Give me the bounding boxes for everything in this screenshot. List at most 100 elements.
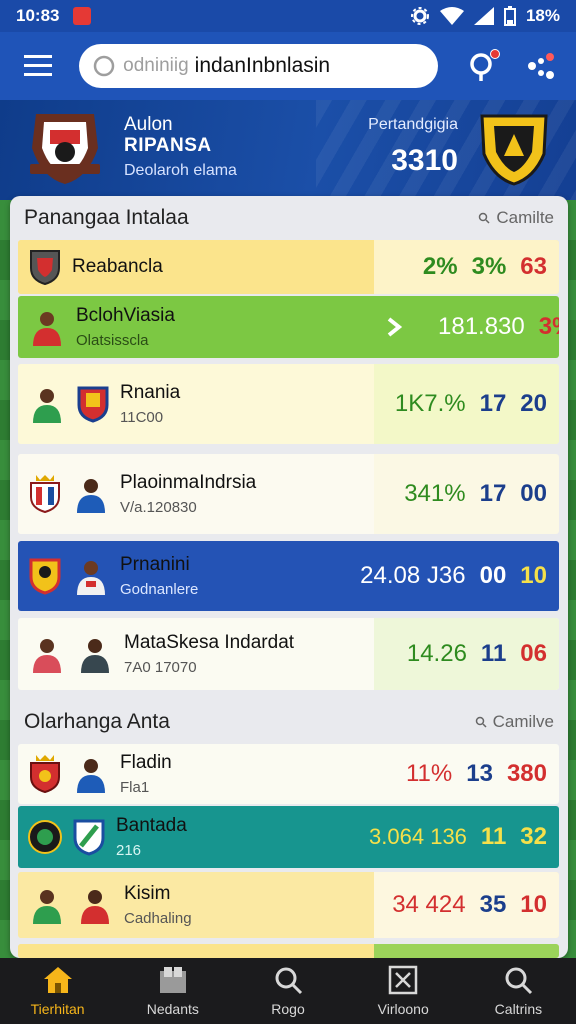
share-nodes-icon xyxy=(528,53,554,79)
stat-score: 20 xyxy=(520,390,547,417)
club-name: MataSkesa Indardat xyxy=(124,632,295,653)
player-avatar xyxy=(77,759,105,793)
club-crest-icon xyxy=(28,820,62,854)
stat-secondary: 3% xyxy=(471,253,507,280)
battery-icon xyxy=(503,6,516,26)
search-icon xyxy=(479,212,490,224)
list-item[interactable]: MataSkesa Indardat 7A0 17070 14.26 11 06 xyxy=(18,618,559,690)
bottom-navigation: Tierhitan Nedants Rogo Virloono Caltrins xyxy=(0,958,576,1024)
list-item-highlighted[interactable]: Bantada 216 3.064 136 11 32 xyxy=(18,806,559,868)
stat-secondary: 17 xyxy=(479,390,507,417)
club-name: Bantada xyxy=(116,815,187,836)
match-count-value: 3310 xyxy=(391,144,458,177)
club-name: Kisim xyxy=(124,883,171,904)
stat-percent: 11% xyxy=(405,760,453,787)
close-box-icon xyxy=(388,965,418,995)
list-item[interactable]: Fladin Fla1 11% 13 380 xyxy=(18,744,559,804)
list-item[interactable]: PlaoinmaIndrsia V/a.120830 341% 17 00 xyxy=(18,454,559,534)
section-action-1-label: Camilte xyxy=(496,208,554,227)
stat-secondary: 17 xyxy=(479,480,507,507)
standings-card: Panangaa Intalaa Camilte Reabancla 2% 3%… xyxy=(10,196,568,958)
search-query: indanInbnlasin xyxy=(194,54,331,77)
section-header-1: Panangaa Intalaa Camilte xyxy=(10,196,568,240)
status-bar: 10:83 18% xyxy=(0,0,576,32)
home-icon xyxy=(43,967,72,993)
nav-home[interactable]: Tierhitan xyxy=(0,958,115,1024)
section-title-1: Panangaa Intalaa xyxy=(24,206,189,229)
search-input[interactable]: odniniig indanInbnlasin xyxy=(79,44,438,88)
list-item[interactable]: Reabancla 2% 3% 63 xyxy=(18,240,559,294)
hamburger-menu-icon xyxy=(23,55,52,76)
club-subtitle: 216 xyxy=(116,842,142,859)
stat-percent: 14.26 xyxy=(406,640,467,667)
team-header: Aulon RIPANSA Deolaroh elama Pertandgigi… xyxy=(0,100,576,200)
stat-secondary: 00 xyxy=(479,562,507,589)
stat-percent: 34 424 xyxy=(392,891,466,918)
club-subtitle: Cadhaling xyxy=(124,910,192,927)
team-name-line2: RIPANSA xyxy=(124,135,212,156)
player-avatar xyxy=(77,479,105,513)
section-action-2[interactable]: Camilve xyxy=(475,712,554,732)
stat-score: 63 xyxy=(520,253,547,280)
stat-percent: 2% xyxy=(422,253,458,280)
section-header-2: Olarhanga Anta Camilve xyxy=(10,700,568,744)
player-avatar xyxy=(33,890,61,924)
club-subtitle: Olatsisscla xyxy=(76,332,149,349)
list-item-highlighted[interactable]: Prnanini Godnanlere 24.08 J36 00 10 xyxy=(18,541,559,611)
stat-secondary: 35 xyxy=(479,891,507,918)
search-icon xyxy=(475,716,487,728)
player-avatar xyxy=(33,389,61,423)
store-icon xyxy=(159,967,186,993)
club-crest-icon xyxy=(73,819,105,856)
stat-secondary: 11 xyxy=(480,640,507,667)
club-crest-icon xyxy=(30,475,60,513)
list-item-highlighted[interactable]: BclohViasia Olatsisscla 181.830 3% 30 xyxy=(18,296,559,358)
section-action-2-label: Camilve xyxy=(492,712,554,731)
notification-dot xyxy=(490,49,500,59)
notifications-button[interactable] xyxy=(466,49,500,83)
list-item[interactable]: Kisim Cadhaling 34 424 35 10 xyxy=(18,872,559,938)
section-title-2: Olarhanga Anta xyxy=(24,710,170,733)
section-action-1[interactable]: Camilte xyxy=(478,208,554,228)
nav-video[interactable]: Virloono xyxy=(346,958,461,1024)
battery-percent: 18% xyxy=(525,6,560,25)
club-subtitle: Godnanlere xyxy=(120,581,199,598)
share-button[interactable] xyxy=(524,49,558,83)
stat-secondary: 3% xyxy=(538,313,559,340)
app-bar: odniniig indanInbnlasin xyxy=(0,32,576,100)
club-subtitle: 7A0 17070 xyxy=(124,659,197,676)
stat-percent: 3.064 136 xyxy=(369,824,467,849)
club-name: PlaoinmaIndrsia xyxy=(120,472,257,493)
stat-score: 32 xyxy=(520,823,547,850)
club-subtitle: Fla1 xyxy=(120,779,150,796)
club-name: Reabancla xyxy=(72,256,163,277)
search-refresh-icon xyxy=(93,55,115,77)
nav-settings[interactable]: Caltrins xyxy=(461,958,576,1024)
club-crest-icon xyxy=(30,250,60,286)
list-item[interactable]: Rnania 11C00 1K7.% 17 20 xyxy=(18,364,559,444)
status-time: 10:83 xyxy=(16,6,60,25)
match-count-label: Pertandgigia xyxy=(368,116,458,133)
stat-secondary: 11 xyxy=(480,823,507,850)
stat-score: 06 xyxy=(520,640,547,667)
player-avatar xyxy=(81,639,109,673)
search-icon xyxy=(275,967,303,995)
stat-percent: 1K7.% xyxy=(394,390,466,417)
league-badge-icon xyxy=(480,114,548,186)
nav-store[interactable]: Nedants xyxy=(115,958,230,1024)
list-item-partial xyxy=(18,944,559,958)
search-icon xyxy=(505,967,533,995)
club-subtitle: V/a.120830 xyxy=(120,499,197,516)
stat-score: 380 xyxy=(506,760,547,787)
menu-button[interactable] xyxy=(18,46,57,86)
player-avatar xyxy=(33,639,61,673)
team-subtitle: Deolaroh elama xyxy=(124,162,237,179)
stat-percent: 341% xyxy=(404,480,466,507)
club-name: Prnanini xyxy=(120,554,190,575)
nav-search[interactable]: Rogo xyxy=(230,958,345,1024)
stat-score: 10 xyxy=(520,562,547,589)
nav-video-label: Virloono xyxy=(377,1001,429,1017)
nav-search-label: Rogo xyxy=(271,1001,305,1017)
club-subtitle: 11C00 xyxy=(120,409,164,426)
stat-percent: 24.08 J36 xyxy=(360,562,466,589)
